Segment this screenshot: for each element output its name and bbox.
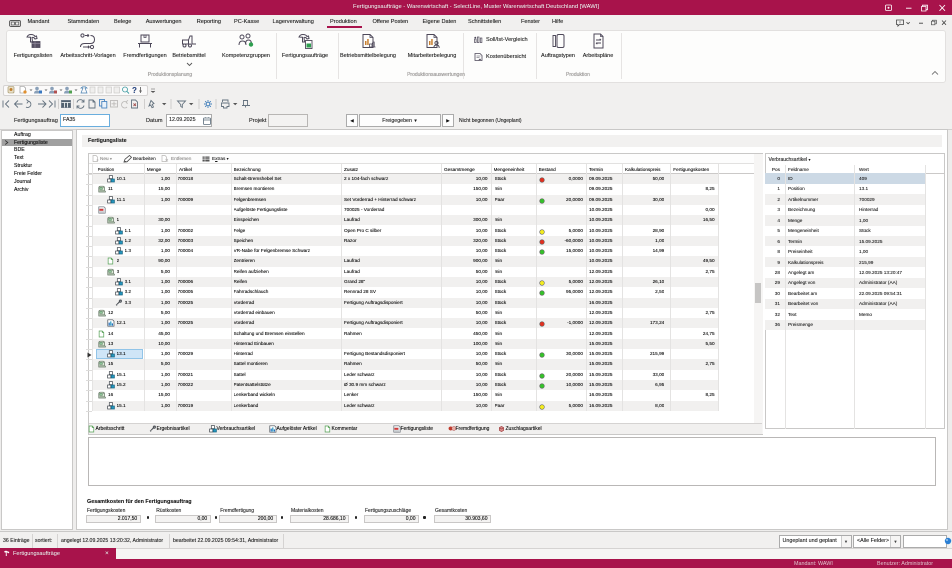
svg-text:?: ? xyxy=(132,86,137,94)
